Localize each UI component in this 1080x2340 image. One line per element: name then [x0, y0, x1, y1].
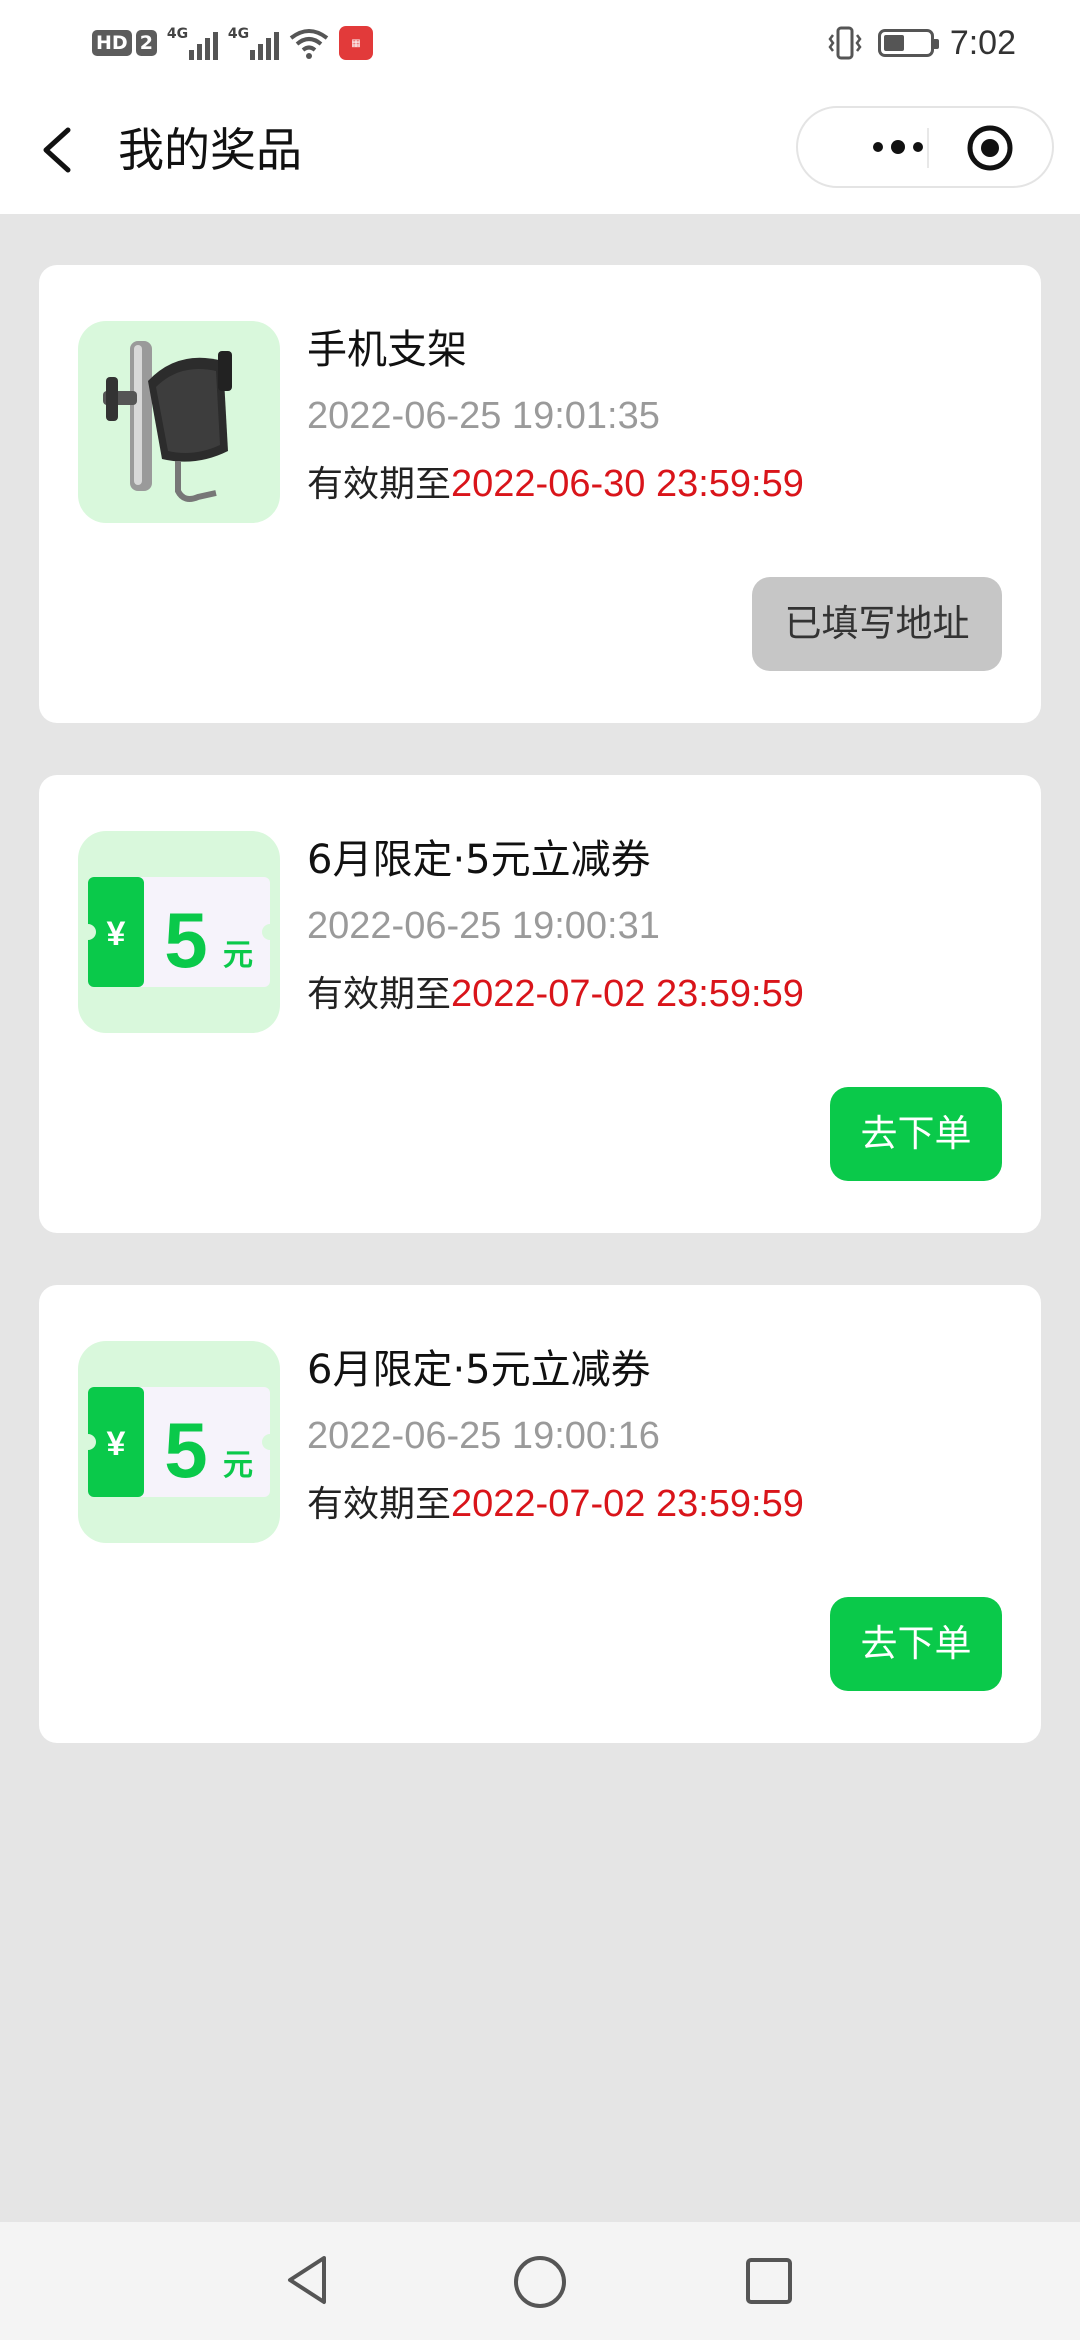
validity-date: 2022-07-02 23:59:59: [451, 1483, 804, 1525]
place-order-button[interactable]: 去下单: [830, 1597, 1002, 1691]
app-notification-icon: ▦: [338, 26, 373, 60]
sim-label: 2: [135, 30, 157, 56]
validity-label: 有效期至: [307, 1484, 452, 1525]
signal-icon: 4G: [228, 26, 279, 60]
prize-validity: 有效期至2022-07-02 23:59:59: [307, 1479, 804, 1530]
close-miniprogram-icon[interactable]: [966, 124, 1014, 172]
page-title: 我的奖品: [118, 123, 302, 177]
wifi-icon: [289, 29, 329, 59]
prize-timestamp: 2022-06-25 19:01:35: [307, 395, 660, 437]
phone-holder-image: [78, 321, 280, 523]
address-filled-button[interactable]: 已填写地址: [752, 577, 1002, 671]
signal-icon: 4G: [167, 26, 218, 60]
prize-info: 6月限定·5元立减券 2022-06-25 19:00:31 有效期至2022-…: [307, 831, 804, 1020]
prize-name: 6月限定·5元立减券: [307, 837, 651, 883]
coupon-symbol: ¥: [107, 1425, 126, 1463]
hd-indicator: HD 2: [92, 30, 157, 56]
status-right: 7:02: [828, 22, 1016, 64]
place-order-button[interactable]: 去下单: [830, 1087, 1002, 1181]
validity-label: 有效期至: [307, 464, 452, 505]
prize-info: 手机支架 2022-06-25 19:01:35 有效期至2022-06-30 …: [307, 321, 804, 510]
vibrate-icon: [828, 26, 862, 60]
hd-label: HD: [92, 30, 132, 56]
capsule-divider: [927, 128, 929, 168]
nav-back-icon[interactable]: [284, 2252, 332, 2308]
nav-recents-icon[interactable]: [744, 2256, 794, 2306]
coupon-unit: 元: [223, 938, 253, 973]
validity-label: 有效期至: [307, 974, 452, 1015]
prize-card: ¥ 5 元 6月限定·5元立减券 2022-06-25 19:00:16 有效期…: [39, 1285, 1041, 1743]
coupon-image: ¥ 5 元: [78, 831, 280, 1033]
coupon-ticket-icon: ¥ 5 元: [88, 1387, 270, 1497]
nav-home-icon[interactable]: [512, 2254, 568, 2310]
network-type-label: 4G: [227, 26, 250, 42]
coupon-amount: 5: [164, 896, 207, 984]
coupon-ticket-icon: ¥ 5 元: [88, 877, 270, 987]
system-nav-bar: [0, 2222, 1080, 2340]
battery-icon: [877, 29, 939, 57]
validity-date: 2022-06-30 23:59:59: [451, 463, 804, 505]
prize-validity: 有效期至2022-06-30 23:59:59: [307, 459, 804, 510]
prize-name: 6月限定·5元立减券: [307, 1347, 651, 1393]
coupon-image: ¥ 5 元: [78, 1341, 280, 1543]
status-time: 7:02: [949, 23, 1016, 62]
back-arrow-icon[interactable]: [38, 122, 78, 178]
status-left: HD 2 4G 4G ▦: [92, 24, 373, 62]
prize-name: 手机支架: [307, 327, 467, 373]
prize-info: 6月限定·5元立减券 2022-06-25 19:00:16 有效期至2022-…: [307, 1341, 804, 1530]
coupon-amount: 5: [164, 1406, 207, 1494]
prize-card: 手机支架 2022-06-25 19:01:35 有效期至2022-06-30 …: [39, 265, 1041, 723]
nav-bar: 我的奖品: [0, 86, 1080, 214]
coupon-unit: 元: [223, 1448, 253, 1483]
more-options-button[interactable]: [828, 108, 968, 186]
validity-date: 2022-07-02 23:59:59: [451, 973, 804, 1015]
more-dots-icon: [873, 140, 923, 154]
status-bar: HD 2 4G 4G ▦ 7:02: [0, 0, 1080, 86]
network-type-label: 4G: [166, 26, 189, 42]
prize-timestamp: 2022-06-25 19:00:16: [307, 1415, 660, 1457]
prize-timestamp: 2022-06-25 19:00:31: [307, 905, 660, 947]
miniprogram-capsule: [796, 106, 1054, 188]
prize-validity: 有效期至2022-07-02 23:59:59: [307, 969, 804, 1020]
prize-card: ¥ 5 元 6月限定·5元立减券 2022-06-25 19:00:31 有效期…: [39, 775, 1041, 1233]
coupon-symbol: ¥: [107, 915, 126, 953]
